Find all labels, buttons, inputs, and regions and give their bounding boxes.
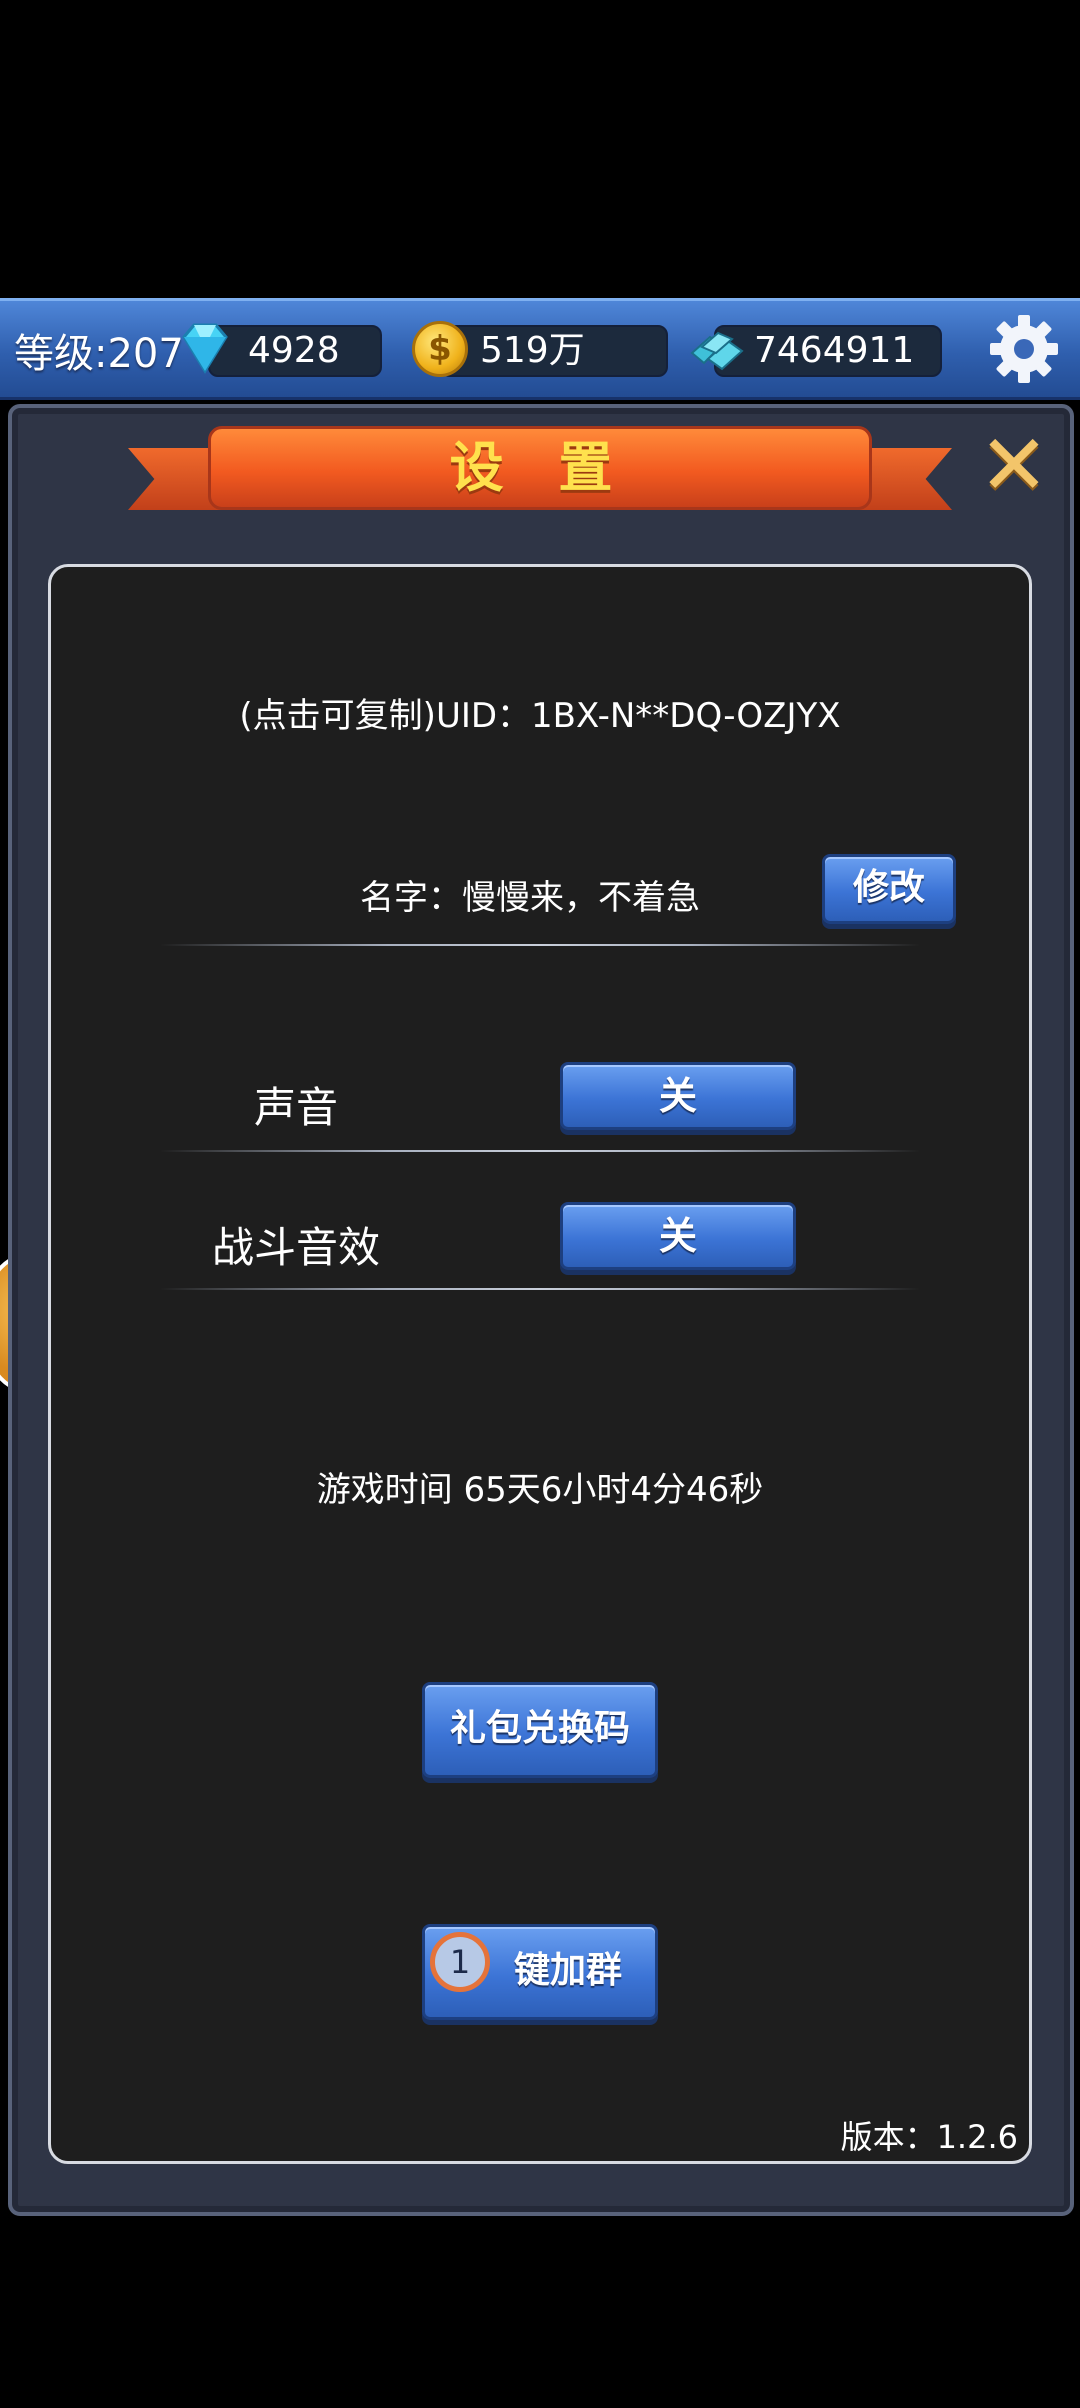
player-level: 等级:207 xyxy=(14,331,184,377)
divider xyxy=(160,1150,920,1152)
gold-coin-icon: $ xyxy=(412,321,468,377)
uid-copy-text[interactable]: (点击可复制)UID：1BX-N**DQ-OZJYX xyxy=(0,688,1080,737)
gold-counter: 519万 xyxy=(440,325,668,377)
gear-icon[interactable] xyxy=(986,311,1062,387)
crystals-counter: 7464911 xyxy=(714,325,942,377)
gift-code-button[interactable]: 礼包兑换码 xyxy=(422,1682,658,1778)
diamond-icon xyxy=(182,323,228,374)
battle-sfx-toggle-button[interactable]: 关 xyxy=(560,1202,796,1270)
join-group-label: 键加群 xyxy=(513,1950,622,1991)
gems-value: 4928 xyxy=(248,330,340,371)
dialog-title: 设 置 xyxy=(449,436,631,499)
divider xyxy=(160,944,920,946)
join-group-badge: 1 xyxy=(430,1932,490,1992)
battle-sfx-label: 战斗音效 xyxy=(212,1223,381,1272)
divider xyxy=(160,1288,920,1290)
resource-bar: 等级:207 4928 519万 $ 7464911 xyxy=(0,298,1080,400)
sound-label: 声音 xyxy=(254,1083,339,1132)
edit-name-button[interactable]: 修改 xyxy=(822,854,956,924)
play-time: 游戏时间 65天6小时4分46秒 xyxy=(316,1470,764,1510)
crystals-value: 7464911 xyxy=(754,330,915,371)
gold-value: 519万 xyxy=(480,330,585,371)
player-name: 名字：慢慢来，不着急 xyxy=(360,878,700,918)
version-text: 版本：1.2.6 xyxy=(840,2118,1018,2156)
crystal-icon xyxy=(690,331,744,371)
sound-toggle-button[interactable]: 关 xyxy=(560,1062,796,1130)
title-ribbon: 设 置 xyxy=(208,426,872,510)
close-icon[interactable]: ✕ xyxy=(978,423,1050,507)
